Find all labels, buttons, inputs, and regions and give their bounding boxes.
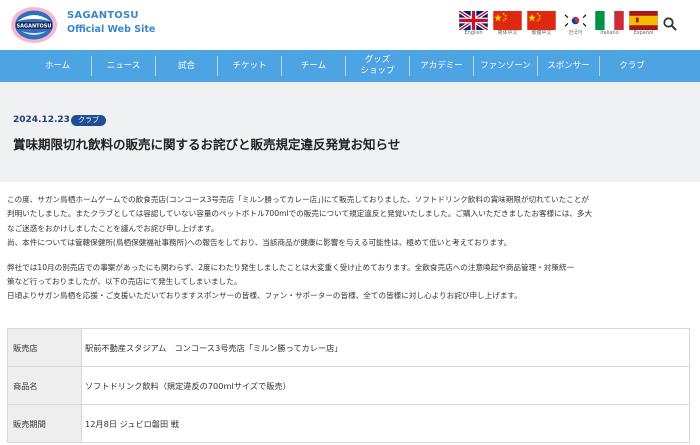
text-line: 弊社では10月の別売店での事案があったにも関わらず、2度にわたり発生しましたこと… [7, 262, 575, 272]
brand-subtitle: Official Web Site [67, 24, 156, 35]
text-line: 策など行っておりましたが、以下の売店にて発生してしまいました。 [7, 277, 242, 287]
page-title: 賞味期限切れ飲料の販売に関するお詫びと販売規定違反発覚お知らせ [13, 137, 401, 152]
nav-label: チケット [232, 60, 267, 71]
row-label: 商品名 [7, 366, 82, 405]
row-value: ソフトドリンク飲料（規定違反の700mlサイズで販売） [81, 366, 690, 405]
nav-label: ニュース [106, 60, 141, 71]
club-logo[interactable]: SAGANTOSU [10, 5, 58, 45]
text-line: なご迷惑をおかけしましたことを謹んでお詫び申し上げます。 [7, 223, 219, 233]
nav-item-tickets[interactable]: チケット [218, 56, 282, 76]
table-row: 販売期間 12月8日 ジュビロ磐田 戦 [7, 404, 690, 443]
category-badge[interactable]: クラブ [71, 115, 106, 126]
nav-label: アカデミー [420, 60, 463, 71]
brand[interactable]: SAGANTOSU Official Web Site [67, 9, 155, 38]
nav-label: ホーム [44, 60, 71, 71]
nav-item-club[interactable]: クラブ [600, 56, 664, 76]
lang-traditional-chinese[interactable]: 繁體中文 [527, 11, 556, 37]
site-header: SAGANTOSU SAGANTOSU Official Web Site En… [0, 0, 700, 50]
brand-name: SAGANTOSU [67, 10, 139, 21]
nav-item-fanzone[interactable]: ファンゾーン [474, 56, 538, 76]
lang-korean[interactable]: 한국어 [561, 11, 590, 37]
lang-label: English [464, 30, 483, 36]
taiwan-flag-icon [527, 11, 556, 30]
logo-text: SAGANTOSU [17, 24, 52, 30]
lang-label: Italiano [600, 30, 619, 36]
nav-item-home[interactable]: ホーム [24, 56, 92, 76]
paragraph: 弊社では10月の別売店での事案があったにも関わらず、2度にわたり発生しましたこと… [7, 261, 693, 304]
row-value: 駅前不動産スタジアム コンコース3号売店「ミルン勝ってカレー店」 [81, 328, 690, 367]
nav-item-academy[interactable]: アカデミー [410, 56, 474, 76]
nav-label: スポンサー [547, 60, 590, 71]
lang-label: 简体中文 [497, 30, 518, 36]
table-row: 商品名 ソフトドリンク飲料（規定違反の700mlサイズで販売） [7, 366, 690, 405]
main-nav: ホーム ニュース 試合 チケット チーム グッズ ショップ アカデミー ファンゾ… [0, 50, 700, 82]
nav-label: チーム [300, 60, 327, 71]
row-label: 販売期間 [7, 404, 82, 443]
table-row: 販売店 駅前不動産スタジアム コンコース3号売店「ミルン勝ってカレー店」 [7, 328, 690, 367]
nav-label: ファンゾーン [480, 60, 531, 71]
row-value: 12月8日 ジュビロ磐田 戦 [81, 404, 690, 443]
lang-label: Español [633, 30, 654, 36]
lang-spanish[interactable]: Español [629, 11, 658, 37]
text-line: この度、サガン鳥栖ホームゲームでの飲食売店(コンコース3号売店「ミルン勝ってカレ… [7, 195, 590, 204]
nav-item-goods-shop[interactable]: グッズ ショップ [346, 55, 410, 76]
nav-label: 試合 [177, 60, 195, 71]
text-line: 判明いたしました。またクラブとしては容認していない容量のペットボトル700mlで… [7, 209, 593, 219]
italy-flag-icon [595, 11, 624, 30]
lang-label: 繁體中文 [531, 30, 552, 36]
nav-item-team[interactable]: チーム [282, 56, 346, 76]
lang-simplified-chinese[interactable]: 简体中文 [493, 11, 522, 37]
lang-english[interactable]: English [459, 11, 488, 37]
nav-label-line1: グッズ [364, 55, 391, 65]
language-selector: English 简体中文 繁體中文 한국어 Italiano Español [459, 11, 658, 37]
text-line: 尚、本件については管轄保健所(鳥栖保健福祉事務所)への報告をしており、当該商品が… [7, 238, 512, 248]
uk-flag-icon [459, 11, 488, 30]
post-date: 2024.12.23 [13, 115, 70, 125]
article-body: この度、サガン鳥栖ホームゲームでの飲食売店(コンコース3号売店「ミルン勝ってカレ… [7, 193, 693, 314]
article-header: 2024.12.23 クラブ 賞味期限切れ飲料の販売に関するお詫びと販売規定違反… [0, 82, 700, 182]
search-icon[interactable] [662, 16, 678, 32]
text-line: 日頃よりサガン鳥栖を応援・ご支援いただいておりますスポンサーの皆様、ファン・サポ… [7, 291, 522, 301]
paragraph: この度、サガン鳥栖ホームゲームでの飲食売店(コンコース3号売店「ミルン勝ってカレ… [7, 193, 693, 251]
lang-italian[interactable]: Italiano [595, 11, 624, 37]
lang-label: 한국어 [568, 30, 583, 36]
nav-item-matches[interactable]: 試合 [156, 56, 218, 76]
spain-flag-icon [629, 11, 658, 30]
nav-label: クラブ [619, 60, 645, 71]
nav-item-sponsors[interactable]: スポンサー [538, 56, 600, 76]
nav-item-news[interactable]: ニュース [92, 56, 156, 76]
korea-flag-icon [561, 11, 590, 30]
nav-label-line2: ショップ [360, 66, 395, 76]
china-flag-icon [493, 11, 522, 30]
incident-info-table: 販売店 駅前不動産スタジアム コンコース3号売店「ミルン勝ってカレー店」 商品名… [7, 328, 690, 443]
row-label: 販売店 [7, 328, 82, 367]
